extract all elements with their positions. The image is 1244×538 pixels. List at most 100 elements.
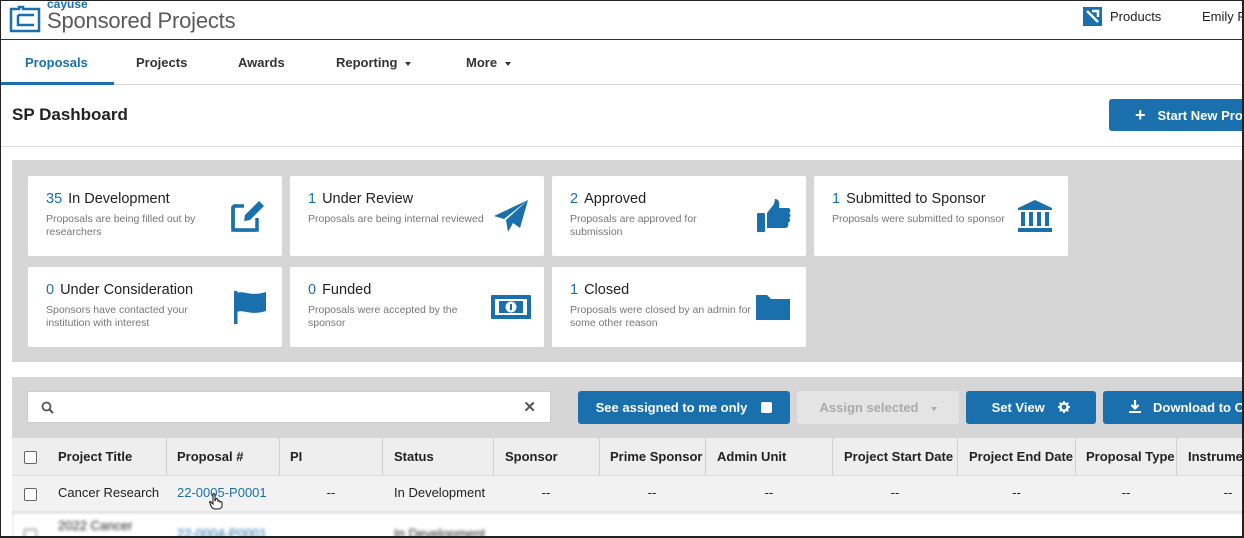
col-instrument[interactable]: Instrument xyxy=(1188,438,1242,476)
column-divider xyxy=(1075,438,1076,476)
set-view-button[interactable]: Set View xyxy=(966,391,1096,424)
table-header: Project Title Proposal # PI Status Spons… xyxy=(12,438,1242,476)
cell-pi: -- xyxy=(326,485,336,500)
set-view-label: Set View xyxy=(991,400,1045,415)
card-heading: 35 In Development xyxy=(46,191,170,207)
hand-cursor-icon xyxy=(209,493,223,510)
col-sponsor[interactable]: Sponsor xyxy=(505,438,558,476)
col-pi[interactable]: PI xyxy=(290,438,302,476)
app-logo[interactable]: cayuse Sponsored Projects xyxy=(9,1,236,39)
card-description: Proposals are being internal reviewed xyxy=(308,213,484,225)
user-menu[interactable]: Emily R xyxy=(1202,9,1242,24)
start-new-proposal-label: Start New Proposal xyxy=(1157,108,1243,123)
card-heading: 0 Under Consideration xyxy=(46,282,193,298)
tab-projects[interactable]: Projects xyxy=(136,40,187,85)
status-card-approved[interactable]: 2 Approved Proposals are approved for sub… xyxy=(552,176,806,256)
cell-project-end-date: -- xyxy=(1012,485,1021,500)
cell-project-start-date: -- xyxy=(890,485,900,500)
flag-icon xyxy=(234,291,266,324)
card-count: 1 xyxy=(570,282,579,298)
card-heading: 1 Under Review xyxy=(308,191,413,207)
assign-selected-label: Assign selected xyxy=(819,400,919,415)
column-divider xyxy=(599,438,600,476)
cell-proposal-type: -- xyxy=(1121,485,1131,500)
cell-status: In Development xyxy=(394,485,486,500)
assigned-checkbox[interactable] xyxy=(761,402,773,413)
card-heading: 0 Funded xyxy=(308,282,371,298)
card-description: Proposals were accepted by the sponsor xyxy=(308,304,458,329)
cell-sponsor: -- xyxy=(541,485,551,500)
card-label: Closed xyxy=(584,282,630,298)
clear-search-icon[interactable]: ✕ xyxy=(523,398,536,416)
thumbs-up-icon xyxy=(757,199,791,232)
page-title: SP Dashboard xyxy=(12,105,128,124)
cell-project-title: 2022 Cancer xyxy=(58,518,133,533)
status-card-submitted-to-sponsor[interactable]: 1 Submitted to Sponsor Proposals were sub… xyxy=(814,176,1068,256)
card-count: 2 xyxy=(570,191,579,207)
col-proposal-number[interactable]: Proposal # xyxy=(177,438,243,476)
column-divider xyxy=(957,438,958,476)
card-count: 1 xyxy=(308,191,317,207)
col-project-title[interactable]: Project Title xyxy=(58,438,132,476)
column-divider xyxy=(832,438,833,476)
assign-selected-button[interactable]: Assign selected xyxy=(797,391,959,424)
download-icon xyxy=(1129,400,1141,413)
search-input[interactable]: ✕ xyxy=(27,391,551,423)
plus-icon: + xyxy=(1135,105,1146,125)
chevron-down-icon xyxy=(930,406,937,411)
paper-plane-icon xyxy=(494,200,528,232)
table-row[interactable]: Cancer Research 22-0005-P0001 -- In Deve… xyxy=(12,476,1242,512)
card-count: 0 xyxy=(308,282,317,298)
tab-more-label: More xyxy=(466,55,498,70)
see-assigned-to-me-button[interactable]: See assigned to me only xyxy=(578,391,790,424)
tab-awards[interactable]: Awards xyxy=(238,40,285,85)
status-card-under-consideration[interactable]: 0 Under Consideration Sponsors have conta… xyxy=(28,267,282,347)
tab-more[interactable]: More xyxy=(466,40,512,85)
col-proposal-type[interactable]: Proposal Type xyxy=(1086,438,1175,476)
col-project-start-date[interactable]: Project Start Date xyxy=(844,438,953,476)
column-divider xyxy=(493,438,494,476)
status-card-funded[interactable]: 0 Funded Proposals were accepted by the s… xyxy=(290,267,544,347)
card-label: Funded xyxy=(322,282,372,298)
proposals-table-area: ✕ See assigned to me only Assign selecte… xyxy=(12,377,1244,536)
tab-proposals[interactable]: Proposals xyxy=(1,40,114,85)
status-card-under-review[interactable]: 1 Under Review Proposals are being intern… xyxy=(290,176,544,256)
status-panel: 35 In Development Proposals are being fil… xyxy=(12,160,1242,362)
card-label: In Development xyxy=(68,191,170,207)
select-all-checkbox[interactable] xyxy=(24,451,37,464)
cell-project-title: Cancer Research xyxy=(58,485,160,500)
col-project-end-date[interactable]: Project End Date xyxy=(969,438,1073,476)
row-checkbox[interactable] xyxy=(24,488,37,501)
products-menu[interactable]: Products xyxy=(1083,7,1161,26)
see-assigned-label: See assigned to me only xyxy=(595,400,748,415)
start-new-proposal-button[interactable]: + Start New Proposal xyxy=(1109,99,1243,131)
status-card-in-development[interactable]: 35 In Development Proposals are being fil… xyxy=(28,176,282,256)
card-count: 35 xyxy=(46,191,63,207)
card-heading: 1 Submitted to Sponsor xyxy=(832,191,986,207)
table-row[interactable]: 2022 Cancer 22-0004-P0001 In Development xyxy=(12,513,1242,536)
column-divider xyxy=(382,438,383,476)
status-card-closed[interactable]: 1 Closed Proposals were closed by an admi… xyxy=(552,267,806,347)
card-description: Proposals were submitted to sponsor xyxy=(832,213,1005,225)
cell-proposal-number-link[interactable]: 22-0004-P0001 xyxy=(177,517,267,536)
download-csv-button[interactable]: Download to CSV xyxy=(1103,391,1244,424)
col-prime-sponsor[interactable]: Prime Sponsor xyxy=(610,438,702,476)
chevron-down-icon xyxy=(405,61,412,66)
card-heading: 1 Closed xyxy=(570,282,629,298)
download-csv-label: Download to CSV xyxy=(1153,400,1244,415)
row-checkbox[interactable] xyxy=(24,529,37,536)
column-divider xyxy=(166,438,167,476)
card-description: Proposals are being filled out by resear… xyxy=(46,213,196,238)
main-nav: Proposals Projects Awards Reporting More xyxy=(1,40,1242,85)
cell-admin-unit: -- xyxy=(764,485,774,500)
logo-title: Sponsored Projects xyxy=(47,8,236,33)
edit-icon xyxy=(231,198,267,232)
tab-reporting[interactable]: Reporting xyxy=(336,40,412,85)
column-divider xyxy=(705,438,706,476)
col-admin-unit[interactable]: Admin Unit xyxy=(717,438,786,476)
col-status[interactable]: Status xyxy=(394,438,434,476)
products-icon xyxy=(1083,7,1102,26)
top-bar: cayuse Sponsored Projects Products Emily… xyxy=(1,1,1242,40)
card-heading: 2 Approved xyxy=(570,191,646,207)
column-divider xyxy=(1176,438,1177,476)
